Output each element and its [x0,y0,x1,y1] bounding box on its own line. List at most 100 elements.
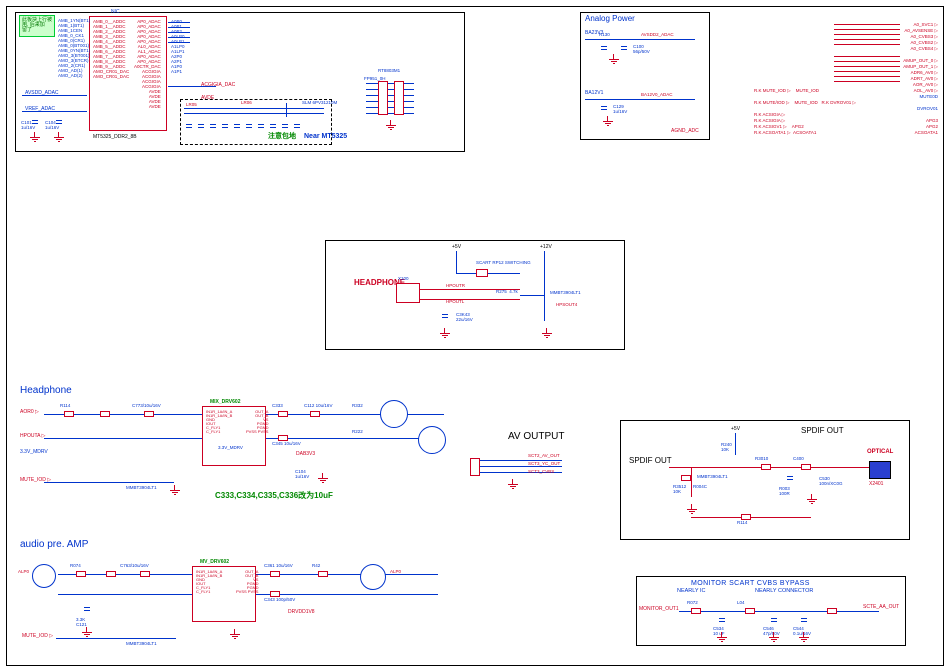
c534: C53410 uF [713,627,725,636]
top-left-main-block: 此板块上行被用, 后来加留了 AMB_1YN(BT1) AMB_1(BT1) A… [15,12,465,152]
agnd-adc: AGND_ADC [671,129,699,134]
r114: R114 [60,404,70,409]
av-output-block: AV OUTPUT SCT2_AV_OUT SCT3_YC_OUT SCT3_C… [468,432,598,502]
drvdd18: DRVDD1V8 [288,610,315,615]
r332: R332 [352,404,363,409]
hpoutr: HPOUTR [446,284,465,289]
r42: R42 [312,564,320,569]
mv-pins-r: OUT_AOUT_BVSPGNDPGNDPVSS PVSS [236,570,258,594]
ba12v1-label: BA12V1 [585,91,603,96]
lr05-label: LR05 [186,103,197,108]
lr06-label: LR06 [241,101,252,106]
audio-pre-amp-block: audio pre. AMP ALP0 R074 C763/10u/16V MV… [20,540,450,660]
c400: C400 [793,457,804,462]
mmbt-pre: MMBT3904LT1 [126,642,157,647]
scart-bypass-block: MONITOR SCART CVBS BYPASS NEARLY IC NEAR… [636,576,906,646]
mv-drv602-ref: MV_DRV602 [200,560,229,565]
r275: R275 4.7k [496,290,518,295]
optical-label: OPTICAL [867,449,893,455]
chip-left-internal-block: AMB_0__ADDC AMB_1__ADDC AMB_2__ADDC AMB_… [93,19,129,79]
mmbt-mute: MMBT3904LT1 [126,486,157,491]
alp0: ALP0 [18,570,29,575]
av-n1: SCT2_AV_OUT [528,454,560,459]
c530: C530100n/XC0G [819,477,843,486]
scart-title1: MONITOR SCART CVBS BYPASS [691,580,810,587]
r3010: R3010 [755,457,768,462]
r072: R072 [687,601,698,606]
chip-ref: MT5325_DDR2_8B [93,135,137,140]
right-net-block: A0_SVC1 ▷A0_AVSENSE ▷A0_CVBS3 ▷A0_CVBS2 … [778,22,938,162]
headphone-big-block: Headphone AOR0 ▷ HPOUTA ▷ 3.3V_MDRV MUTE… [20,386,460,506]
net-ba12: BA12V0_ADAC [641,93,673,98]
chip-left-pin-block: AMB_1YN(BT1) AMB_1(BT1) AMB_1CEN AMB_0_C… [58,18,90,78]
hpsout4: HPSOUT4 [556,303,577,308]
spdif-title-right: SPDIF OUT [801,427,844,435]
scart-sw-label: SCART RP12 SWITCHING [476,261,531,266]
av-n3: SCT3_CVBS [528,470,554,475]
analog-power-title: Analog Power [585,15,635,23]
scart-in: MONITOR_OUT1 [639,607,679,612]
r074: R074 [70,564,81,569]
hp-rail-12v: +12V [540,245,552,250]
spdif-title-left: SPDIF OUT [629,457,672,465]
hp-jack-ref: X100 [398,277,409,282]
r003: R003100R [779,487,790,496]
r004c: R004C [693,485,707,490]
optical-ref: X2401 [869,481,883,487]
green-note-box: 此板块上行被用, 后来加留了 [19,15,55,37]
nc-label: N/C [111,10,120,15]
av-output-title: AV OUTPUT [508,432,564,442]
headphone-big-title: Headphone [20,386,72,396]
c3k43: C3K4322u/16V [456,313,473,322]
mmbt-label1: MMBT3904LT1 [550,291,581,296]
optical-tx [869,461,891,479]
analog-power-block: Analog Power BA23V3 R130 AVSDD2_ADAC C10… [580,12,710,140]
hp-in-aon: AOR0 ▷ [20,410,39,415]
c343: C343 100p/50V [264,598,295,603]
av-n2: SCT3_YC_OUT [528,462,560,467]
spdif-rail5v: +5V [731,427,740,432]
hp-in-33v: 3.3V_MDRV [20,450,48,455]
hp-in-hpout: HPOUTA ▷ [20,434,45,439]
r-spd-top: R24010K [721,443,732,452]
c-mod-note: C333,C334,C335,C336改为10uF [215,492,333,500]
c333: C333 [272,404,283,409]
c546: C54647p/50V [763,627,780,636]
near-mt5325-note-cn: 注意包地 [268,133,296,140]
drv602-ref: MIX_DRV602 [210,400,240,405]
drv-pins-l: IN1R_1A/IN_AIN1R_1A/IN_BGNDIOUTC_FLY1C_F… [206,410,232,434]
c773: C773/10u/16V [132,404,161,409]
c361: C361 10u/16V [264,564,293,569]
drv-33v: 3.3V_MDRV [218,446,243,451]
l04: L04 [737,601,745,606]
r222: R222 [352,430,363,435]
spdif-block: SPDIF OUT SPDIF OUT OPTICAL +5V R24010K … [620,420,910,540]
c-pre-a: 3.3KC121 [76,618,87,627]
alp0-out: ALP0 [390,570,401,575]
green-note-text: 此板块上行被用, 后来加留了 [22,18,52,33]
c334: C345 10u/16V [272,442,301,447]
headphone-small-block: HEADPHONE +5V +12V X100 HPOUTR HPOUTL SC… [325,240,625,350]
scart-title2b: NEARLY CONNECTOR [755,589,813,595]
scart-title2a: NEARLY IC [677,589,706,595]
drv-pins-r: OUT_AOUT_BVSPGNDPGNDPVSS PVSS [246,410,268,434]
spdif-mmbt: MMBT3904LT1 [697,475,728,480]
c104b: C1041u/16V [295,470,309,479]
caps-ba23: C10056p/50V [633,45,650,54]
hpoutl: HPOUTL [446,300,464,305]
dab3v3: DAB3V3 [296,452,315,457]
hp-rail-5v: +5V [452,245,461,250]
cap-c129: C1291u/16V [613,105,627,114]
near-mt5325-note-en: Near MT5325 [304,133,347,140]
r3512: R351210K [673,485,686,494]
c112: C112 10u/16V [304,404,332,409]
c763: C763/10u/16V [120,564,149,569]
chip-right-internal-block: AP0_ADAC AP0_ADAC AP0_ADAC AP0_ADAC AP0_… [134,19,161,109]
scart-out: SCTE_AA_OUT [863,605,899,610]
c544: C5440.1u/16V [793,627,811,636]
mv-pins-l: IN1R_1A/IN_AIN1R_1A/IN_BGNDIOUTC_FLY1C_F… [196,570,222,594]
filter-top-label: RT8803M1 [378,69,400,74]
pre-mute: MUTE_IOD ▷ [22,634,53,639]
net-avsdd: AVSDD2_ADAC [641,33,674,38]
r-ba23-1: R130 [599,33,610,38]
